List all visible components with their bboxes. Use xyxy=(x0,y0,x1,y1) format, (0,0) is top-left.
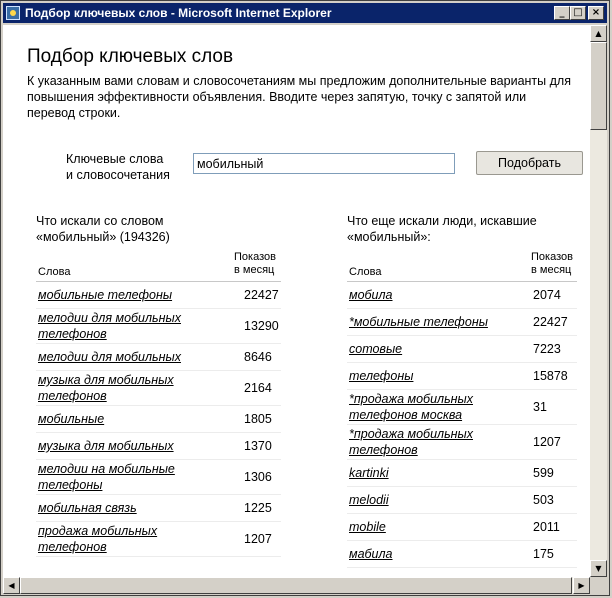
table-row: mobile 2011 xyxy=(347,514,577,541)
table-row: мобила 2074 xyxy=(347,282,577,309)
table-row: музыка для мобильных телефонов 2164 xyxy=(36,371,281,406)
impressions-count: 1225 xyxy=(244,501,272,515)
arrow-down-icon[interactable]: ▼ xyxy=(590,560,607,577)
vertical-scroll-thumb[interactable] xyxy=(590,42,607,130)
keyword-link[interactable]: музыка для мобильных xyxy=(38,438,193,454)
title-bar[interactable]: Подбор ключевых слов - Microsoft Interne… xyxy=(3,3,607,23)
impressions-count: 31 xyxy=(533,400,547,414)
table-row: мабила 175 xyxy=(347,541,577,568)
keyword-link[interactable]: мелодии на мобильные телефоны xyxy=(38,461,193,493)
keyword-link[interactable]: продажа мобильных телефонов xyxy=(38,523,193,555)
left-col-count: Показов в месяц xyxy=(234,251,276,277)
impressions-count: 1805 xyxy=(244,412,272,426)
keywords-label-line2: и словосочетания xyxy=(66,168,170,182)
keyword-link[interactable]: мобильные xyxy=(38,411,193,427)
keyword-link[interactable]: телефоны xyxy=(349,368,504,384)
right-col-count-line1: Показов xyxy=(531,251,573,263)
left-heading-line1: Что искали со словом xyxy=(36,214,164,228)
arrow-up-icon[interactable]: ▲ xyxy=(590,25,607,42)
right-heading-line1: Что еще искали люди, искавшие xyxy=(347,214,537,228)
table-row: мобильные телефоны 22427 xyxy=(36,282,281,309)
impressions-count: 1306 xyxy=(244,470,272,484)
impressions-count: 7223 xyxy=(533,342,561,356)
impressions-count: 1207 xyxy=(244,532,272,546)
impressions-count: 1370 xyxy=(244,439,272,453)
right-col-count-line2: в месяц xyxy=(531,264,572,276)
keyword-link[interactable]: *продажа мобильных телефонов xyxy=(349,426,504,458)
keyword-link[interactable]: мобильные телефоны xyxy=(38,287,193,303)
table-row: *продажа мобильных телефонов москва 31 xyxy=(347,390,577,425)
keyword-link[interactable]: музыка для мобильных телефонов xyxy=(38,372,193,404)
minimize-button[interactable]: _ xyxy=(554,6,570,20)
scrollbar-corner xyxy=(590,577,607,594)
page-title: Подбор ключевых слов xyxy=(27,46,234,67)
browser-window: Подбор ключевых слов - Microsoft Interne… xyxy=(0,0,610,596)
table-row: сотовые 7223 xyxy=(347,336,577,363)
table-row: продажа мобильных телефонов 1207 xyxy=(36,522,281,557)
impressions-count: 8646 xyxy=(244,350,272,364)
impressions-count: 13290 xyxy=(244,319,279,333)
impressions-count: 22427 xyxy=(244,288,279,302)
left-heading-line2: «мобильный» (194326) xyxy=(36,230,170,244)
left-table-header: Слова Показов в месяц xyxy=(36,251,281,282)
keyword-link[interactable]: mobile xyxy=(349,519,504,535)
left-col-words: Слова xyxy=(38,266,71,278)
right-col-count: Показов в месяц xyxy=(531,251,573,277)
ie-page-icon xyxy=(6,6,20,20)
related-searches-table: Что искали со словом «мобильный» (194326… xyxy=(36,213,281,557)
impressions-count: 1207 xyxy=(533,435,561,449)
impressions-count: 2011 xyxy=(533,520,560,534)
keyword-link[interactable]: melodii xyxy=(349,492,504,508)
left-col-count-line1: Показов xyxy=(234,251,276,263)
table-row: kartinki 599 xyxy=(347,460,577,487)
impressions-count: 503 xyxy=(533,493,554,507)
table-row: мелодии на мобильные телефоны 1306 xyxy=(36,460,281,495)
keyword-link[interactable]: мелодии для мобильных xyxy=(38,349,193,365)
horizontal-scroll-thumb[interactable] xyxy=(20,577,572,594)
window-title: Подбор ключевых слов - Microsoft Interne… xyxy=(25,6,332,20)
left-col-count-line2: в месяц xyxy=(234,264,275,276)
table-row: *мобильные телефоны 22427 xyxy=(347,309,577,336)
keyword-link[interactable]: *продажа мобильных телефонов москва xyxy=(349,391,504,423)
keyword-link[interactable]: мабила xyxy=(349,546,504,562)
horizontal-scrollbar[interactable]: ◀ ▶ xyxy=(3,577,590,594)
keywords-label: Ключевые слова и словосочетания xyxy=(66,151,186,183)
table-row: melodii 503 xyxy=(347,487,577,514)
keyword-link[interactable]: мелодии для мобильных телефонов xyxy=(38,310,193,342)
keyword-link[interactable]: kartinki xyxy=(349,465,504,481)
right-table-header: Слова Показов в месяц xyxy=(347,251,577,282)
table-row: мобильная связь 1225 xyxy=(36,495,281,522)
vertical-scrollbar[interactable]: ▲ ▼ xyxy=(590,25,607,577)
left-heading: Что искали со словом «мобильный» (194326… xyxy=(36,213,281,247)
table-row: телефоны 15878 xyxy=(347,363,577,390)
impressions-count: 175 xyxy=(533,547,554,561)
table-row: *продажа мобильных телефонов 1207 xyxy=(347,425,577,460)
impressions-count: 22427 xyxy=(533,315,568,329)
table-row: мобильные 1805 xyxy=(36,406,281,433)
impressions-count: 599 xyxy=(533,466,554,480)
keyword-link[interactable]: *мобильные телефоны xyxy=(349,314,504,330)
arrow-right-icon[interactable]: ▶ xyxy=(573,577,590,594)
page-content: Подбор ключевых слов К указанным вами сл… xyxy=(3,25,590,577)
right-heading: Что еще искали люди, искавшие «мобильный… xyxy=(347,213,577,247)
table-row: мелодии для мобильных 8646 xyxy=(36,344,281,371)
close-button[interactable]: × xyxy=(588,6,604,20)
keywords-input[interactable] xyxy=(193,153,455,174)
keywords-label-line1: Ключевые слова xyxy=(66,152,164,166)
impressions-count: 2074 xyxy=(533,288,561,302)
also-searched-table: Что еще искали люди, искавшие «мобильный… xyxy=(347,213,577,568)
keyword-link[interactable]: сотовые xyxy=(349,341,504,357)
impressions-count: 2164 xyxy=(244,381,272,395)
right-col-words: Слова xyxy=(349,266,382,278)
table-row: музыка для мобильных 1370 xyxy=(36,433,281,460)
pick-keywords-button[interactable]: Подобрать xyxy=(476,151,583,175)
right-heading-line2: «мобильный»: xyxy=(347,230,431,244)
intro-text: К указанным вами словам и словосочетания… xyxy=(27,74,571,120)
maximize-button[interactable]: □ xyxy=(570,6,586,20)
table-row: мелодии для мобильных телефонов 13290 xyxy=(36,309,281,344)
arrow-left-icon[interactable]: ◀ xyxy=(3,577,20,594)
keyword-link[interactable]: мобильная связь xyxy=(38,500,193,516)
impressions-count: 15878 xyxy=(533,369,568,383)
keyword-link[interactable]: мобила xyxy=(349,287,504,303)
